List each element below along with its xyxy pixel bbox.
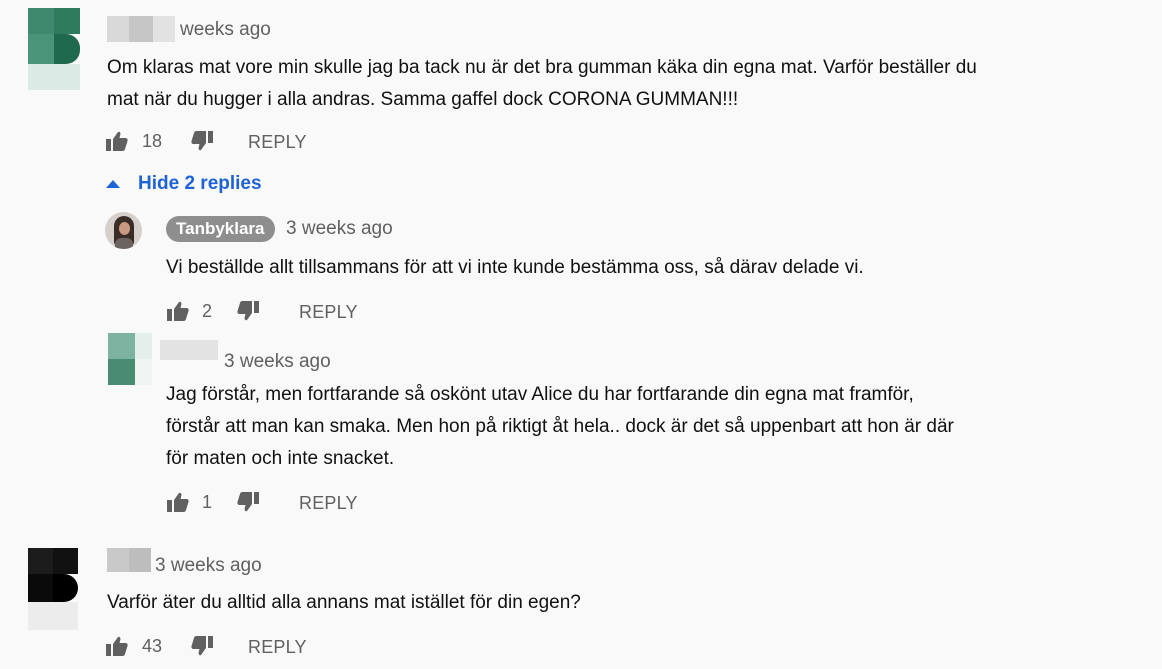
thumbs-up-icon[interactable] <box>106 131 128 151</box>
comment-timestamp[interactable]: 3 weeks ago <box>155 555 262 577</box>
caret-up-icon <box>106 180 120 188</box>
comment-text-line: för maten och inte snacket. <box>166 448 395 469</box>
avatar[interactable] <box>105 212 142 249</box>
like-count: 1 <box>202 492 213 512</box>
like-count: 18 <box>142 131 163 151</box>
hide-replies-toggle[interactable]: Hide 2 replies <box>106 172 286 198</box>
thumbs-up-icon[interactable] <box>167 301 189 321</box>
reply-button[interactable]: REPLY <box>248 132 307 153</box>
thumbs-down-icon[interactable] <box>191 131 213 151</box>
comment-text-line: förstår att man kan smaka. Men hon på ri… <box>166 416 954 437</box>
avatar[interactable] <box>28 8 80 90</box>
thumbs-up-icon[interactable] <box>167 492 189 512</box>
comment-text-line: Varför äter du alltid alla annans mat is… <box>107 592 581 613</box>
thumbs-down-icon[interactable] <box>237 492 259 512</box>
avatar[interactable] <box>108 333 152 385</box>
comment-text-line: Jag förstår, men fortfarande så oskönt u… <box>166 384 914 405</box>
comment-text: Vi beställde allt tillsammans för att vi… <box>166 252 1146 284</box>
comment-text-line: Vi beställde allt tillsammans för att vi… <box>166 257 864 278</box>
like-count: 2 <box>202 301 213 321</box>
comment-timestamp[interactable]: 3 weeks ago <box>286 218 393 240</box>
reply-button[interactable]: REPLY <box>299 493 358 514</box>
comment-timestamp[interactable]: weeks ago <box>180 19 271 41</box>
comment-text-line: mat när du hugger i alla andras. Samma g… <box>107 89 739 110</box>
comment-text: Jag förstår, men fortfarande så oskönt u… <box>166 379 1146 475</box>
author-name-redacted[interactable] <box>107 548 151 572</box>
reply-button[interactable]: REPLY <box>299 302 358 323</box>
comment-text-line: Om klaras mat vore min skulle jag ba tac… <box>107 57 977 78</box>
author-name-redacted[interactable] <box>107 16 175 42</box>
avatar[interactable] <box>28 548 78 630</box>
comment-timestamp[interactable]: 3 weeks ago <box>224 351 331 373</box>
author-chip[interactable]: Tanbyklara <box>166 216 275 242</box>
thumbs-up-icon[interactable] <box>106 636 128 656</box>
thumbs-down-icon[interactable] <box>191 636 213 656</box>
thumbs-down-icon[interactable] <box>237 301 259 321</box>
hide-replies-label: Hide 2 replies <box>138 173 262 194</box>
reply-button[interactable]: REPLY <box>248 637 307 658</box>
like-count: 43 <box>142 636 163 656</box>
comment-text: Varför äter du alltid alla annans mat is… <box>107 587 1147 619</box>
author-name-redacted[interactable] <box>160 340 218 360</box>
comment-text: Om klaras mat vore min skulle jag ba tac… <box>107 52 1147 116</box>
